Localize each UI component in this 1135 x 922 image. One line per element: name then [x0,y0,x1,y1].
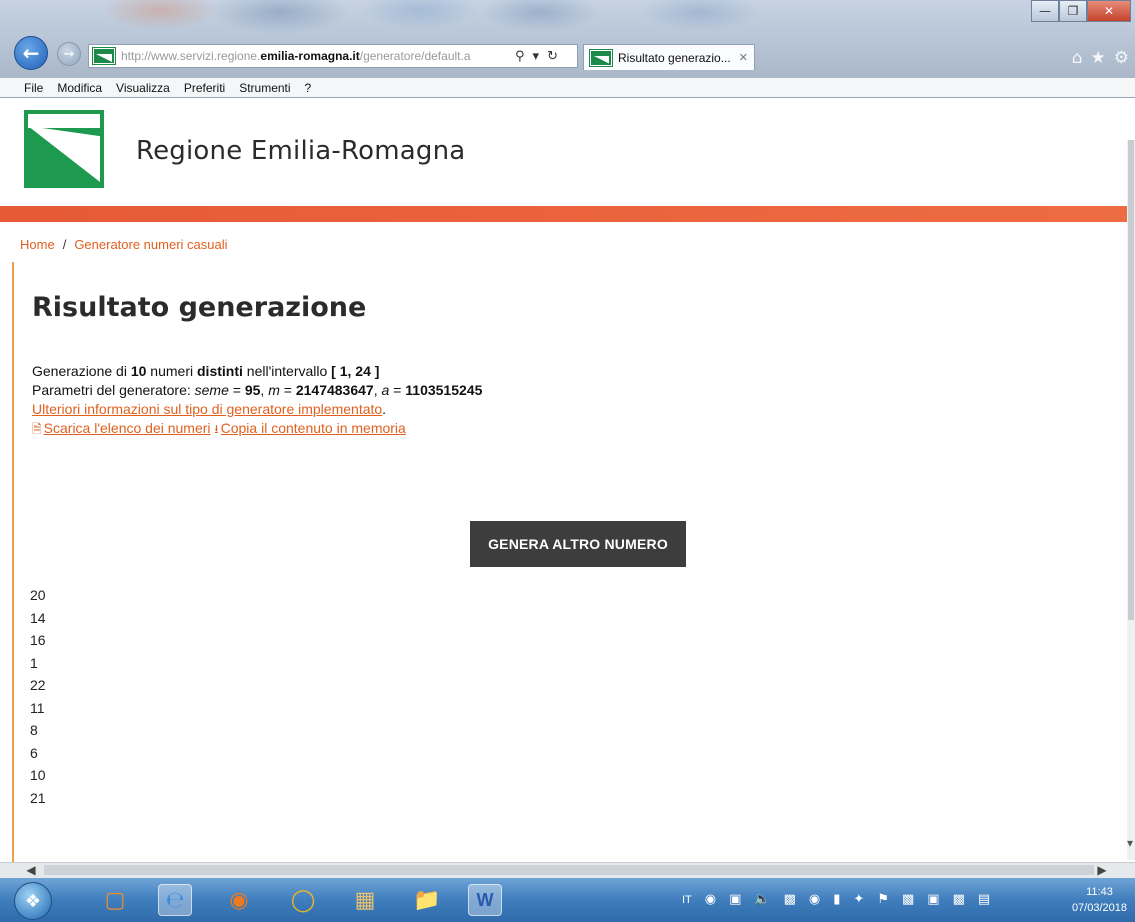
tab-title: Risultato generazio... [618,50,731,65]
window-background [0,0,1135,40]
site-header: Regione Emilia-Romagna [0,98,1135,208]
address-bar[interactable]: http://www.servizi.regione.emilia-romagn… [88,44,578,68]
site-favicon-icon [92,47,116,65]
browser-tab[interactable]: Risultato generazio... ✕ [583,44,755,70]
region-name[interactable]: Regione Emilia-Romagna [136,136,465,166]
system-clock[interactable]: 11:43 07/03/2018 [1072,884,1127,916]
tray-battery-icon[interactable]: ▮ [833,892,840,907]
list-item: 20 [30,587,46,603]
start-button[interactable]: ❖ [14,882,52,920]
taskbar: ❖ ▢ ℮ ◉ ◯ ▦ 📁 W IT ◉ ▣ 🔈 ▩ ◉ ▮ ✦ ⚑ ▩ ▣ ▩… [0,878,1135,922]
generator-parameters: Parametri del generatore: seme = 95, m =… [32,382,483,398]
tray-monitor-icon[interactable]: ▤ [978,892,990,907]
file-manager-icon[interactable]: ▦ [348,884,382,916]
menu-modifica[interactable]: Modifica [55,81,104,95]
clock-date: 07/03/2018 [1071,902,1127,914]
menu-bar: File Modifica Visualizza Preferiti Strum… [0,78,1135,98]
tab-close-icon[interactable]: ✕ [739,51,748,64]
list-item: 1 [30,654,38,671]
chrome-icon[interactable]: ◯ [286,884,320,916]
breadcrumb: Home / Generatore numeri casuali [20,237,228,252]
forward-button[interactable]: → [57,42,81,66]
tab-favicon-icon [589,48,613,67]
firefox-icon[interactable]: ◉ [222,884,256,916]
menu-visualizza[interactable]: Visualizza [114,81,172,95]
page-title: Risultato generazione [32,292,367,323]
pdf-icon[interactable]: ▩ [953,892,965,907]
scroll-down-icon[interactable]: ▾ [1127,836,1133,850]
tray-network-icon[interactable]: ▣ [729,892,741,907]
numbers-list: 20 14 16 1 22 11 8 6 10 21 [30,584,46,809]
horizontal-scroll-thumb[interactable] [44,865,1094,875]
list-item: 11 [30,699,45,716]
search-icon[interactable]: ⚲ [515,49,525,64]
scroll-left-icon[interactable]: ◀ [22,863,40,878]
system-tray: IT ◉ ▣ 🔈 ▩ ◉ ▮ ✦ ⚑ ▩ ▣ ▩ ▤ [682,892,990,907]
close-window-icon[interactable]: ✕ [1087,0,1131,22]
download-numbers-link[interactable]: Scarica l'elenco dei numeri [44,420,211,436]
outlook-icon[interactable]: ▢ [98,884,132,916]
favorites-star-icon[interactable]: ★ [1091,48,1106,68]
copy-to-clipboard-link[interactable]: Copia il contenuto in memoria [221,420,406,436]
restore-icon[interactable]: ❐ [1059,0,1087,22]
vertical-scrollbar[interactable] [1127,140,1135,860]
window-controls: — ❐ ✕ [1031,0,1131,22]
volume-icon[interactable]: 🔈 [754,892,770,907]
tray-update-icon[interactable]: ◉ [809,892,820,907]
list-item: 16 [30,632,46,648]
list-item: 22 [30,677,46,693]
browser-toolbar: — ❐ ✕ ← → http://www.servizi.regione.emi… [0,0,1135,78]
refresh-icon[interactable]: ↻ [547,49,558,64]
tray-tool-icon[interactable]: ✦ [853,892,864,907]
horizontal-scrollbar[interactable]: ◀ ▶ [0,862,1135,878]
menu-help[interactable]: ? [303,81,314,95]
vertical-scroll-thumb[interactable] [1128,140,1134,620]
generation-summary: Generazione di 10 numeri distinti nell'i… [32,363,380,379]
breadcrumb-home[interactable]: Home [20,237,55,252]
list-item: 8 [30,722,38,738]
list-item: 6 [30,744,38,761]
content-left-rule [12,262,14,862]
home-icon[interactable]: ⌂ [1072,48,1083,68]
breadcrumb-current[interactable]: Generatore numeri casuali [74,237,227,252]
internet-explorer-icon[interactable]: ℮ [158,884,192,916]
url-text[interactable]: http://www.servizi.regione.emilia-romagn… [121,49,511,63]
scroll-right-icon[interactable]: ▶ [1093,863,1111,878]
menu-strumenti[interactable]: Strumenti [237,81,292,95]
list-item: 10 [30,767,46,783]
dropdown-arrow-icon[interactable]: ▾ [533,49,540,64]
download-icon: ⭳ [214,422,219,436]
tray-office-icon[interactable]: ▩ [902,892,914,907]
tray-app-icon[interactable]: ▩ [784,892,796,907]
onenote-icon[interactable]: ▣ [927,892,939,907]
document-icon: 🗎 [32,422,42,436]
generator-info-link[interactable]: Ulteriori informazioni sul tipo di gener… [32,401,382,417]
accent-band [0,206,1130,222]
word-icon[interactable]: W [468,884,502,916]
clock-time: 11:43 [1086,886,1113,898]
tray-flag-icon[interactable]: ⚑ [877,892,889,907]
breadcrumb-separator: / [62,237,67,252]
list-item: 14 [30,609,46,626]
generation-info: Generazione di 10 numeri distinti nell'i… [32,362,482,439]
folder-icon[interactable]: 📁 [410,884,444,916]
minimize-icon[interactable]: — [1031,0,1059,22]
menu-file[interactable]: File [22,81,45,95]
back-button[interactable]: ← [14,36,48,70]
menu-preferiti[interactable]: Preferiti [182,81,227,95]
settings-gear-icon[interactable]: ⚙ [1114,48,1129,68]
list-item: 21 [30,789,46,806]
tray-sync-icon[interactable]: ◉ [705,892,716,907]
generate-again-button[interactable]: GENERA ALTRO NUMERO [470,521,686,567]
region-logo[interactable] [24,110,104,188]
language-indicator[interactable]: IT [682,894,692,906]
